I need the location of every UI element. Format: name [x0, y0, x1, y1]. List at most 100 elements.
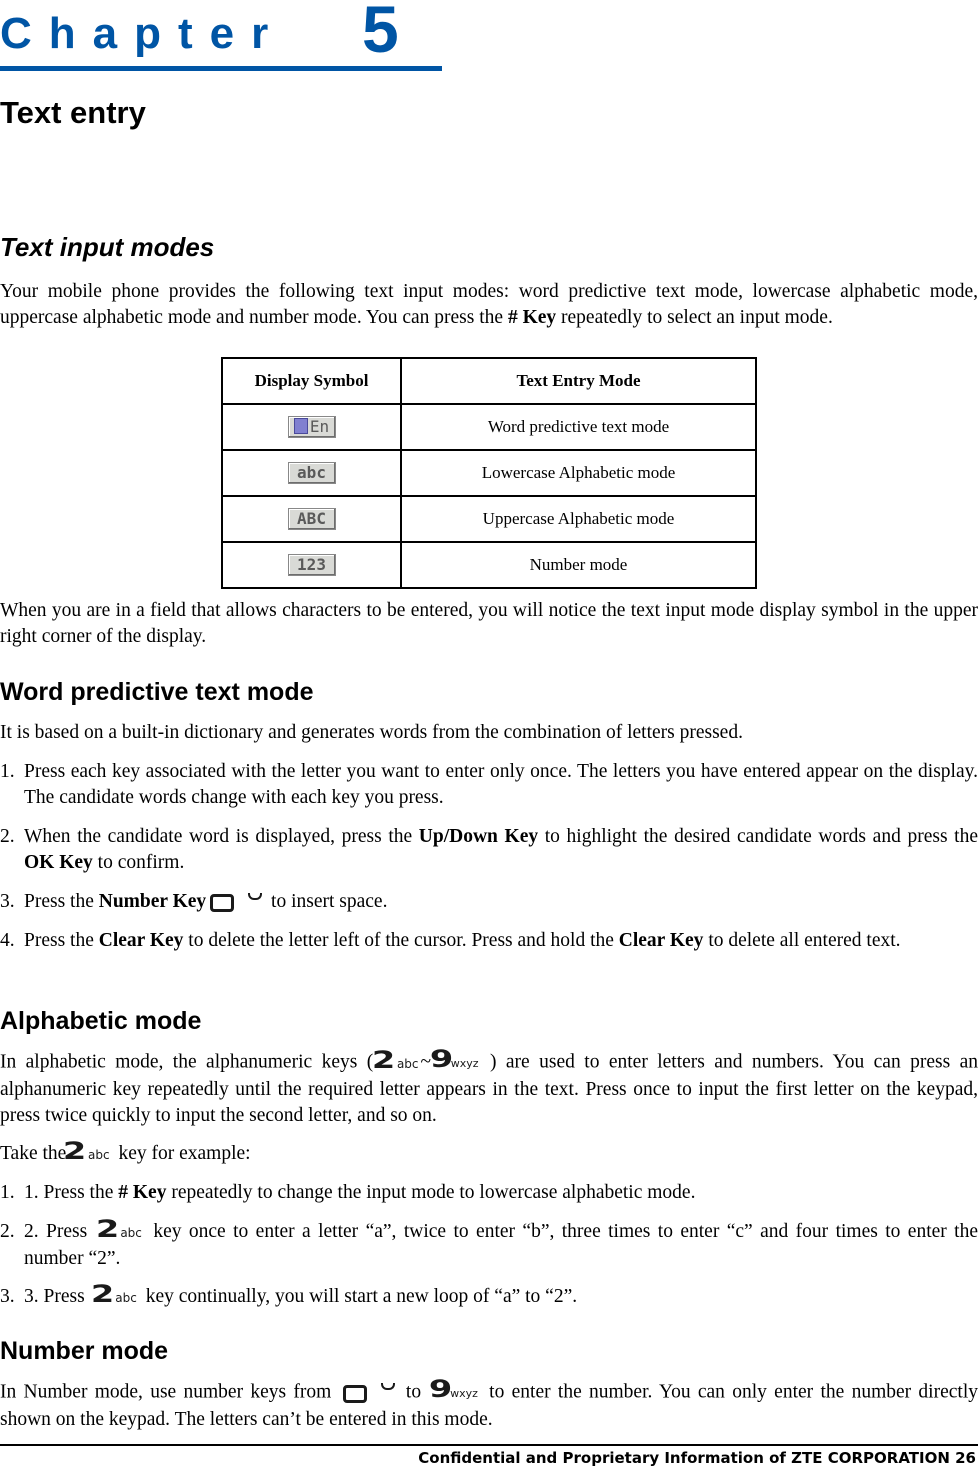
hash-key-label: # Key	[507, 307, 557, 328]
key-2-abc-icon: 2 abc	[95, 1217, 142, 1246]
symbol-text: En	[309, 417, 330, 437]
text: key continually, you will start a new lo…	[140, 1286, 578, 1307]
text: Take the	[0, 1143, 67, 1164]
section-heading-number-mode: Number mode	[0, 1337, 169, 1365]
list-text: Press the Number Key to insert space.	[24, 889, 978, 916]
text: to delete all entered text.	[703, 930, 901, 951]
chapter-number: 5	[362, 0, 399, 66]
symbol-cell: abc	[221, 449, 402, 497]
word-predictive-icon: En	[287, 416, 336, 439]
hash-key-label: # Key	[118, 1182, 167, 1203]
table-header-row: Display Symbol Text Entry Mode	[221, 357, 757, 405]
chapter-heading: Chapter 5	[0, 0, 442, 71]
number-key-label: Number Key	[98, 891, 207, 912]
list-number: 4.	[0, 930, 15, 951]
symbol-cell: ABC	[221, 495, 402, 543]
list-item: 1. Press each key associated with the le…	[0, 759, 978, 811]
text: to delete the letter left of the cursor.…	[183, 930, 619, 951]
text: to highlight the desired candidate words…	[538, 826, 978, 847]
text: Press the	[24, 930, 99, 951]
text: 1. Press the	[24, 1182, 119, 1203]
clear-key-label: Clear Key	[618, 930, 704, 951]
text: repeatedly to change the input mode to l…	[166, 1182, 696, 1203]
zero-space-key-icon	[210, 890, 263, 916]
digit: 9	[429, 1045, 453, 1073]
list-item: 2. 2. Press 2 abc key once to enter a let…	[0, 1217, 978, 1272]
list-text: Press the Clear Key to delete the letter…	[24, 928, 978, 954]
digit: 2	[95, 1215, 118, 1244]
example-line: Take the2 abc key for example:	[0, 1137, 978, 1168]
digit: 2	[63, 1137, 86, 1166]
text: to confirm.	[92, 852, 185, 873]
list-number: 3.	[0, 1286, 15, 1307]
zero-space-key-icon	[342, 1380, 395, 1406]
text: When the candidate word is displayed, pr…	[24, 826, 419, 847]
section-heading-text-input-modes: Text input modes	[0, 232, 215, 262]
text: to insert space.	[266, 891, 388, 912]
zero-glyph	[210, 894, 235, 913]
symbol-cell: 123	[221, 541, 402, 589]
lowercase-abc-icon: abc	[287, 462, 336, 485]
key-2-abc-icon: 2 abc	[90, 1282, 137, 1311]
list-item: 1. 1. Press the # Key repeatedly to chan…	[0, 1180, 978, 1206]
intro-paragraph: Your mobile phone provides the following…	[0, 279, 978, 331]
key-9-wxyz-icon: 9wxyz	[429, 1375, 478, 1407]
list-text: 1. Press the # Key repeatedly to change …	[24, 1180, 978, 1206]
space-glyph	[248, 892, 263, 900]
table-row: En Word predictive text mode	[221, 403, 757, 451]
alphabetic-paragraph: In alphabetic mode, the alphanumeric key…	[0, 1045, 978, 1129]
chapter-word: Chapter	[0, 9, 286, 58]
list-item: 3. 3. Press 2 abc key continually, you wi…	[0, 1282, 978, 1311]
page-footer: Confidential and Proprietary Information…	[418, 1449, 976, 1467]
mode-cell: Uppercase Alphabetic mode	[400, 495, 757, 543]
text: to	[398, 1381, 429, 1403]
letters: abc	[396, 1056, 419, 1071]
letters: wxyz	[450, 1387, 478, 1400]
list-text: 3. Press 2 abc key continually, you will …	[24, 1282, 978, 1311]
letters: wxyz	[450, 1057, 479, 1070]
section-heading-word-predictive: Word predictive text mode	[0, 678, 314, 706]
list-text: When the candidate word is displayed, pr…	[24, 824, 978, 876]
digit: 2	[372, 1045, 395, 1074]
footer-divider	[0, 1444, 978, 1446]
mode-cell: Number mode	[400, 541, 757, 589]
up-down-key-label: Up/Down Key	[418, 826, 539, 847]
table-row: ABC Uppercase Alphabetic mode	[221, 495, 757, 543]
list-text: Press each key associated with the lette…	[24, 761, 978, 808]
list-number: 2.	[0, 826, 15, 847]
list-number: 2.	[0, 1221, 15, 1242]
digit: 2	[90, 1280, 113, 1309]
number-123-icon: 123	[287, 554, 336, 577]
text: key for example:	[113, 1143, 251, 1164]
table-row: abc Lowercase Alphabetic mode	[221, 449, 757, 497]
column-header-text-entry-mode: Text Entry Mode	[400, 357, 757, 405]
table-row: 123 Number mode	[221, 541, 757, 589]
list-number: 1.	[0, 761, 15, 782]
word-predictive-intro: It is based on a built-in dictionary and…	[0, 722, 743, 743]
letters: abc	[115, 1291, 137, 1306]
digit: 9	[429, 1375, 452, 1403]
input-modes-table: Display Symbol Text Entry Mode En Word p…	[221, 357, 757, 589]
key-9-wxyz-icon: 9wxyz	[429, 1045, 479, 1077]
letters: abc	[120, 1226, 142, 1241]
pen-icon	[293, 418, 308, 435]
number-mode-paragraph: In Number mode, use number keys from to …	[0, 1375, 978, 1433]
text: 2. Press	[24, 1221, 95, 1242]
letters: abc	[88, 1148, 110, 1163]
text: 3. Press	[24, 1286, 90, 1307]
list-item: 2. When the candidate word is displayed,…	[0, 824, 978, 876]
space-glyph	[380, 1383, 395, 1390]
list-item: 4. Press the Clear Key to delete the let…	[0, 928, 978, 954]
text: Press the	[24, 891, 99, 912]
symbol-cell: En	[221, 403, 402, 451]
text: In alphabetic mode, the alphanumeric key…	[0, 1051, 374, 1073]
clear-key-label: Clear Key	[98, 930, 184, 951]
text: In Number mode, use number keys from	[0, 1381, 339, 1403]
intro-text-end: repeatedly to select an input mode.	[556, 307, 833, 328]
list-number: 1.	[0, 1182, 15, 1203]
section-heading-alphabetic: Alphabetic mode	[0, 1007, 202, 1035]
list-number: 3.	[0, 891, 15, 912]
mode-cell: Lowercase Alphabetic mode	[400, 449, 757, 497]
ok-key-label: OK Key	[24, 852, 93, 873]
uppercase-abc-icon: ABC	[287, 508, 336, 531]
